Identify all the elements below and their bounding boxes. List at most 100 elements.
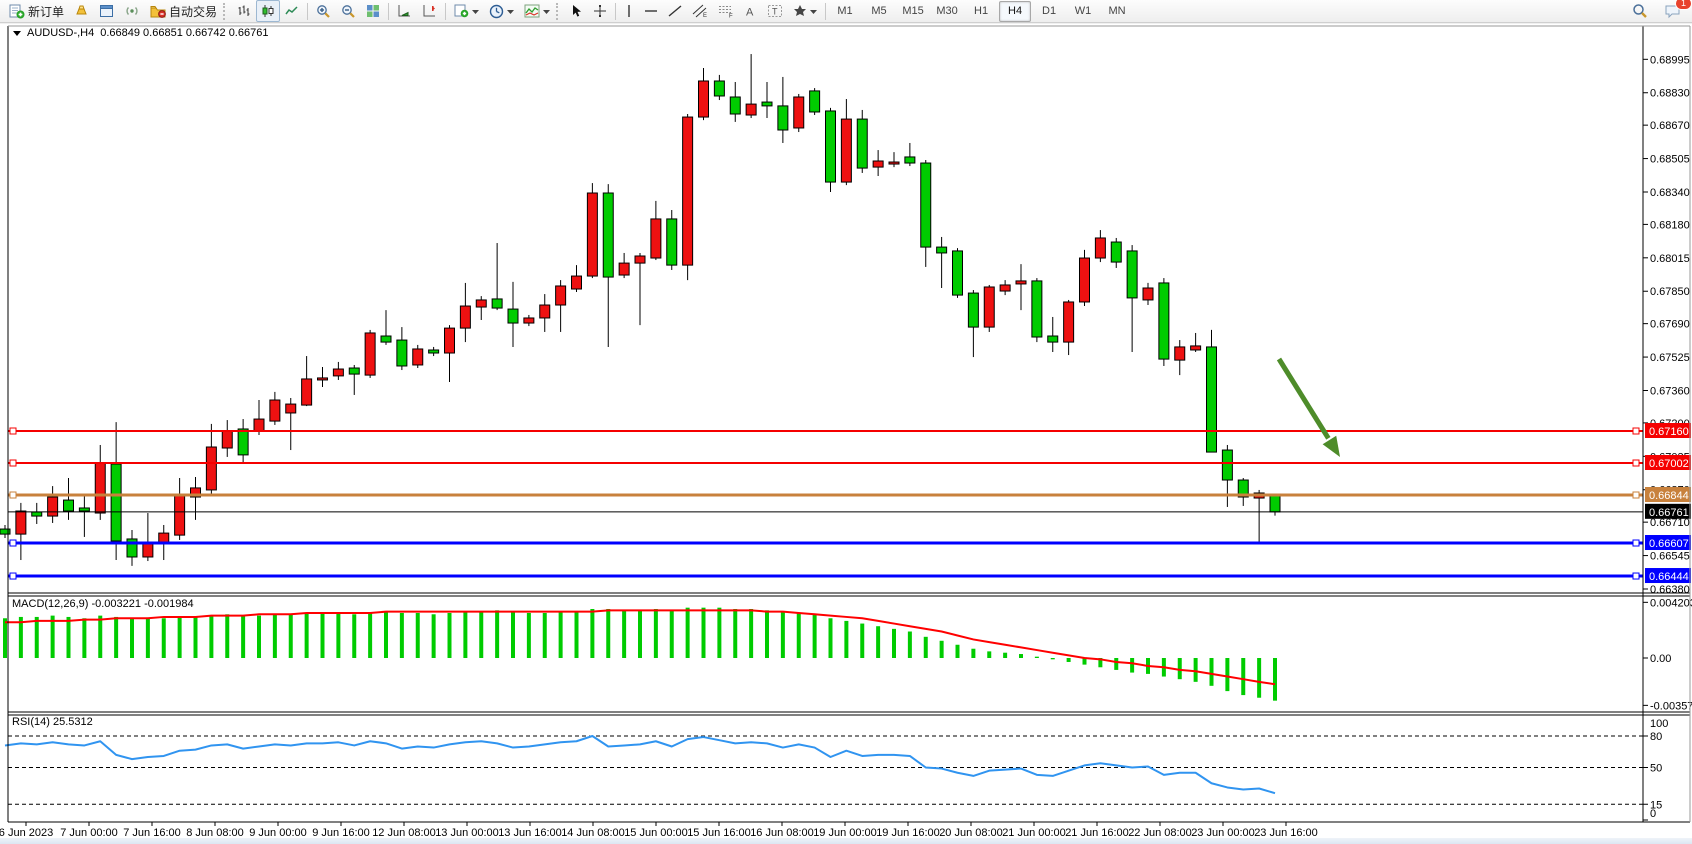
price-badge-0.67160: 0.67160	[1645, 423, 1691, 438]
macd-bar-29	[463, 612, 467, 658]
macd-bar-54	[860, 624, 864, 658]
svg-text:0.67850: 0.67850	[1650, 286, 1690, 298]
candle-3	[48, 497, 58, 516]
candle-5	[79, 508, 89, 511]
svg-text:0.66761: 0.66761	[1649, 507, 1689, 519]
macd-bar-79	[1257, 658, 1261, 698]
macd-bar-17	[273, 614, 277, 658]
candle-16	[254, 419, 264, 431]
svg-text:0.67002: 0.67002	[1649, 458, 1689, 470]
macd-bar-18	[289, 614, 293, 658]
candle-31	[492, 299, 502, 308]
svg-text:13 Jun 16:00: 13 Jun 16:00	[498, 827, 562, 839]
macd-bar-64	[1019, 654, 1023, 658]
macd-bar-10	[162, 618, 166, 658]
candle-14	[222, 431, 232, 448]
svg-text:15 Jun 16:00: 15 Jun 16:00	[687, 827, 751, 839]
macd-bar-41	[654, 609, 658, 658]
candle-73	[1159, 283, 1169, 359]
svg-text:0.68340: 0.68340	[1650, 187, 1690, 199]
macd-bar-74	[1178, 658, 1182, 679]
candle-71	[1127, 251, 1137, 298]
macd-bar-20	[321, 613, 325, 658]
macd-bar-46	[733, 609, 737, 658]
candle-7	[111, 464, 121, 541]
svg-text:13 Jun 00:00: 13 Jun 00:00	[435, 827, 499, 839]
svg-text:0.66607: 0.66607	[1649, 538, 1689, 550]
candle-59	[937, 247, 947, 253]
svg-text:22 Jun 08:00: 22 Jun 08:00	[1128, 827, 1192, 839]
svg-text:100: 100	[1650, 718, 1668, 730]
svg-text:19 Jun 16:00: 19 Jun 16:00	[876, 827, 940, 839]
candle-65	[1032, 281, 1042, 337]
svg-text:21 Jun 16:00: 21 Jun 16:00	[1065, 827, 1129, 839]
price-badge-0.67002: 0.67002	[1645, 455, 1691, 470]
svg-text:0.68830: 0.68830	[1650, 88, 1690, 100]
candle-32	[508, 309, 518, 323]
chart-symbol-period: AUDUSD-,H4	[27, 27, 94, 39]
svg-text:7 Jun 00:00: 7 Jun 00:00	[60, 827, 118, 839]
candle-66	[1048, 336, 1058, 342]
svg-text:0.67360: 0.67360	[1650, 385, 1690, 397]
candle-75	[1191, 346, 1201, 350]
price-badge-0.66444: 0.66444	[1645, 568, 1691, 583]
macd-bar-31	[495, 610, 499, 658]
candle-39	[619, 263, 629, 275]
macd-bar-44	[702, 608, 706, 658]
svg-text:9 Jun 00:00: 9 Jun 00:00	[249, 827, 307, 839]
macd-bar-30	[479, 612, 483, 658]
macd-bar-58	[924, 637, 928, 658]
candle-36	[572, 276, 582, 289]
svg-text:16 Jun 08:00: 16 Jun 08:00	[750, 827, 814, 839]
svg-text:23 Jun 00:00: 23 Jun 00:00	[1191, 827, 1255, 839]
svg-text:20 Jun 08:00: 20 Jun 08:00	[939, 827, 1003, 839]
svg-text:0.68180: 0.68180	[1650, 219, 1690, 231]
one-click-trading-toggle[interactable]	[13, 31, 21, 36]
macd-bar-19	[305, 613, 309, 658]
candle-22	[349, 368, 359, 374]
chart-area[interactable]: 0.689950.688300.686700.685050.683400.681…	[0, 0, 1692, 844]
candle-52	[826, 111, 836, 182]
candle-11	[175, 496, 185, 535]
svg-text:50: 50	[1650, 763, 1662, 775]
candle-15	[238, 429, 248, 455]
macd-bar-14	[225, 614, 229, 658]
svg-text:0.66444: 0.66444	[1649, 571, 1689, 583]
candle-35	[556, 286, 566, 305]
macd-bar-77	[1225, 658, 1229, 691]
candle-23	[365, 333, 375, 375]
candle-17	[270, 400, 280, 421]
candle-43	[683, 117, 693, 265]
candle-74	[1175, 347, 1185, 360]
svg-text:80: 80	[1650, 731, 1662, 743]
svg-text:0.68670: 0.68670	[1650, 120, 1690, 132]
macd-bar-53	[844, 621, 848, 658]
svg-text:0.67690: 0.67690	[1650, 319, 1690, 331]
macd-bar-21	[336, 613, 340, 658]
macd-bar-26	[416, 613, 420, 658]
macd-bar-75	[1194, 658, 1198, 682]
candle-30	[476, 300, 486, 307]
candle-69	[1095, 238, 1105, 258]
candle-42	[667, 219, 677, 265]
macd-bar-47	[749, 609, 753, 658]
macd-bar-67	[1067, 658, 1071, 662]
macd-bar-59	[940, 641, 944, 658]
macd-bar-15	[241, 616, 245, 658]
svg-text:15 Jun 00:00: 15 Jun 00:00	[624, 827, 688, 839]
svg-text:6 Jun 2023: 6 Jun 2023	[0, 827, 53, 839]
candle-20	[318, 378, 328, 380]
candle-55	[873, 161, 883, 167]
macd-bar-65	[1035, 657, 1039, 658]
macd-bar-57	[908, 632, 912, 658]
macd-bar-78	[1241, 658, 1245, 695]
macd-bar-22	[352, 614, 356, 658]
macd-bar-6	[98, 616, 102, 658]
macd-bar-32	[511, 612, 515, 658]
candle-77	[1222, 450, 1232, 480]
macd-bar-63	[1003, 653, 1007, 658]
candle-70	[1111, 242, 1121, 262]
macd-bar-34	[543, 613, 547, 658]
macd-bar-71	[1130, 658, 1134, 673]
svg-text:0.68015: 0.68015	[1650, 253, 1690, 265]
